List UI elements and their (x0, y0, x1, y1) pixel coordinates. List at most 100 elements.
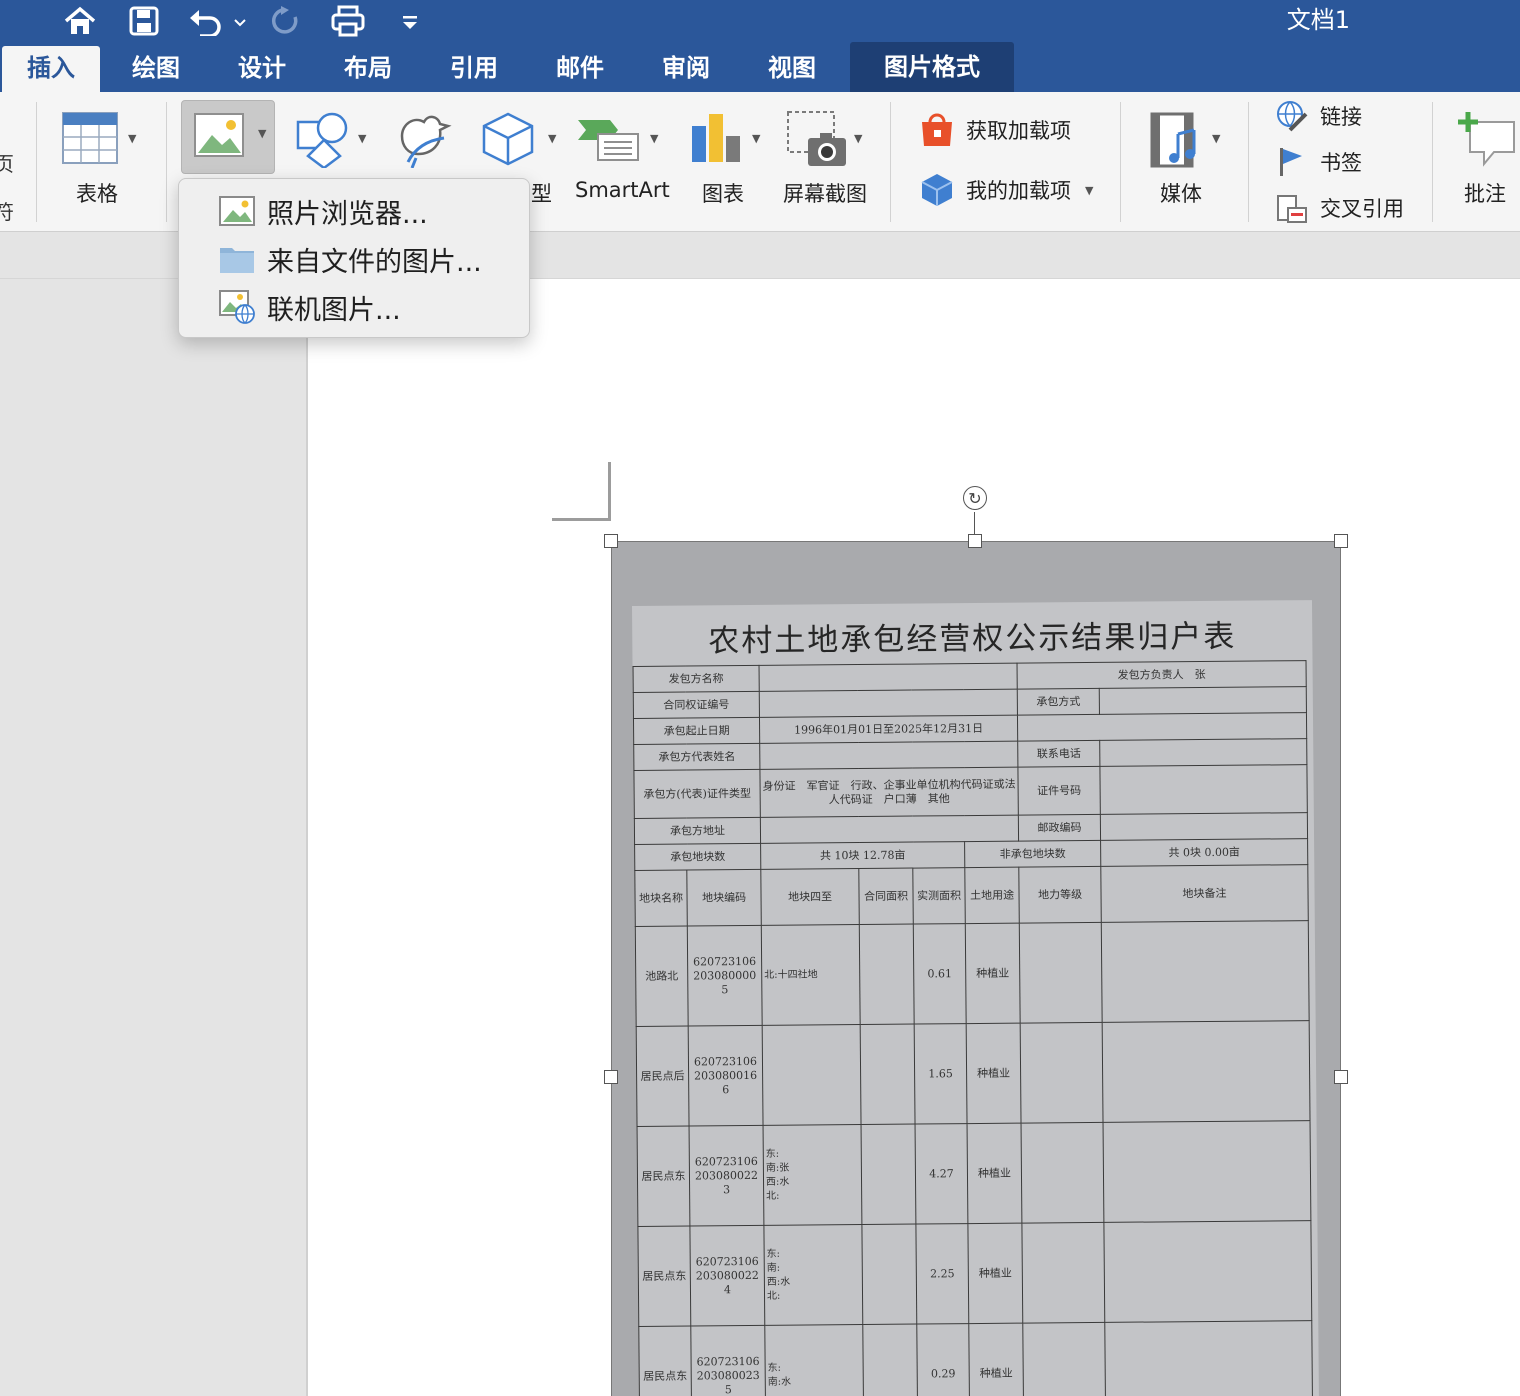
table-button[interactable]: ▼ 表格 (56, 106, 146, 216)
pictures-button[interactable]: ▼ (181, 100, 275, 174)
tab-mailings[interactable]: 邮件 (532, 46, 628, 92)
plot-note (1101, 920, 1310, 1023)
plot-bounds (762, 1024, 862, 1126)
folder-icon (220, 248, 254, 273)
menu-item-picture-from-file[interactable]: 来自文件的图片... (219, 239, 482, 279)
tab-layout[interactable]: 布局 (320, 46, 416, 92)
form-cell-text: 发包方负责人 (1117, 667, 1184, 682)
redo-icon[interactable] (266, 0, 306, 42)
plot-bounds: 东: 南:水 (764, 1324, 864, 1396)
resize-handle-top-right[interactable] (1334, 534, 1348, 548)
media-label: 媒体 (1160, 182, 1202, 206)
form-cell: 发包方名称 (633, 665, 760, 693)
screenshot-button[interactable]: ▼ 屏幕截图 (780, 106, 880, 216)
home-icon[interactable] (60, 0, 100, 42)
form-cell: 合同权证编号 (633, 691, 760, 719)
cross-reference-button[interactable]: 交叉引用 (1276, 192, 1404, 224)
tab-design[interactable]: 设计 (214, 46, 310, 92)
picture-dropdown-menu: 照片浏览器... 来自文件的图片... 联机图片... (178, 178, 530, 338)
rotate-handle-icon[interactable]: ↻ (963, 486, 987, 510)
tab-draw[interactable]: 绘图 (108, 46, 204, 92)
save-icon[interactable] (124, 0, 164, 42)
chart-label: 图表 (702, 182, 744, 206)
form-cell (759, 663, 1018, 692)
tab-picture-format[interactable]: 图片格式 (850, 42, 1014, 92)
measured-area: 4.27 (915, 1123, 968, 1225)
soil-grade (1022, 1322, 1106, 1396)
tab-insert[interactable]: 插入 (2, 46, 100, 92)
column-header: 地块名称 (634, 870, 688, 927)
soil-grade (1021, 1122, 1104, 1224)
contract-area (862, 1324, 918, 1396)
contract-area (860, 1024, 916, 1125)
smartart-button[interactable]: ▼ SmartArt (572, 106, 672, 216)
column-header: 地块备注 (1100, 864, 1309, 923)
my-addins-button[interactable]: 我的加载项 ▼ (920, 172, 1093, 208)
chevron-down-icon: ▼ (1212, 132, 1221, 145)
plot-name: 居民点后 (636, 1026, 690, 1127)
camera-icon (787, 111, 846, 166)
column-header: 地块编码 (686, 869, 762, 927)
form-title: 农村土地承包经营权公示结果归户表 (708, 618, 1237, 660)
ribbon-separator (166, 102, 167, 222)
plot-note (1104, 1320, 1313, 1396)
get-addins-button[interactable]: 获取加载项 (920, 112, 1071, 148)
tab-view[interactable]: 视图 (744, 46, 840, 92)
table-row: 居民点东 6207231062030800223 东: 南:张 西:水 北: 4… (637, 1120, 1311, 1227)
menu-item-photo-browser[interactable]: 照片浏览器... (219, 191, 428, 231)
menu-item-online-pictures[interactable]: 联机图片... (219, 287, 401, 327)
menu-item-label: 联机图片... (267, 294, 401, 326)
media-button[interactable]: ▼ 媒体 (1146, 106, 1236, 216)
link-label: 链接 (1320, 105, 1362, 129)
print-icon[interactable] (328, 0, 368, 42)
form-cell: 共 0块 0.00亩 (1100, 838, 1308, 867)
table-label: 表格 (76, 182, 118, 206)
resize-handle-top[interactable] (968, 534, 982, 548)
customize-icon[interactable] (394, 0, 426, 42)
inserted-picture[interactable]: 农村土地承包经营权公示结果归户表 发包方名称 发包方负责人 张 合同权证编号 承… (612, 542, 1340, 1396)
cross-reference-label: 交叉引用 (1320, 197, 1404, 221)
form-cell (1017, 712, 1307, 742)
ribbon-tab-bar: 插入 绘图 设计 布局 引用 邮件 审阅 视图 图片格式 (0, 42, 1520, 92)
bookmark-button[interactable]: 书签 (1276, 146, 1362, 178)
tab-references[interactable]: 引用 (426, 46, 522, 92)
soil-grade (1020, 1022, 1104, 1124)
plot-note (1103, 1220, 1312, 1323)
cut-label-page: 页 (0, 152, 14, 176)
document-title: 文档1 (1286, 6, 1350, 34)
picture-icon (194, 113, 244, 157)
contract-area (861, 1224, 917, 1325)
smartart-icon (578, 120, 639, 161)
tab-review[interactable]: 审阅 (638, 46, 734, 92)
chevron-down-icon: ▼ (548, 132, 557, 145)
resize-handle-top-left[interactable] (604, 534, 618, 548)
3d-models-label: 型 (531, 182, 552, 206)
resize-handle-left[interactable] (604, 1070, 618, 1084)
menu-item-label: 来自文件的图片... (267, 246, 482, 278)
land-use: 种植业 (968, 1323, 1024, 1396)
bird-icon (400, 115, 452, 168)
form-cell: 邮政编码 (1018, 814, 1101, 842)
plot-name: 居民点东 (637, 1226, 691, 1327)
plot-bounds: 东: 南: 西:水 北: (763, 1224, 863, 1326)
smartart-label: SmartArt (575, 178, 670, 202)
form-table: 发包方名称 发包方负责人 张 合同权证编号 承包方式 承包起止日期 1996年0… (633, 660, 1314, 1396)
ribbon-separator (1432, 102, 1433, 222)
margin-marker (608, 462, 611, 520)
shapes-button[interactable]: ▼ (290, 106, 374, 176)
addin-cube-icon (921, 174, 953, 206)
resize-handle-right[interactable] (1334, 1070, 1348, 1084)
plot-code: 6207231062030800235 (690, 1325, 766, 1396)
icons-button[interactable] (392, 106, 456, 176)
chevron-down-icon: ▼ (854, 132, 863, 145)
undo-icon[interactable] (186, 0, 250, 42)
form-cell: 承包方式 (1017, 688, 1100, 716)
plot-name: 居民点东 (637, 1126, 690, 1227)
comment-button[interactable]: 批注 (1452, 106, 1520, 216)
chart-button[interactable]: ▼ 图表 (686, 106, 772, 216)
title-bar: 文档1 (0, 0, 1520, 42)
table-icon (62, 112, 118, 164)
link-button[interactable]: 链接 (1276, 100, 1362, 132)
form-cell: 1996年01月01日至2025年12月31日 (759, 715, 1018, 744)
column-header: 实测面积 (912, 867, 966, 925)
